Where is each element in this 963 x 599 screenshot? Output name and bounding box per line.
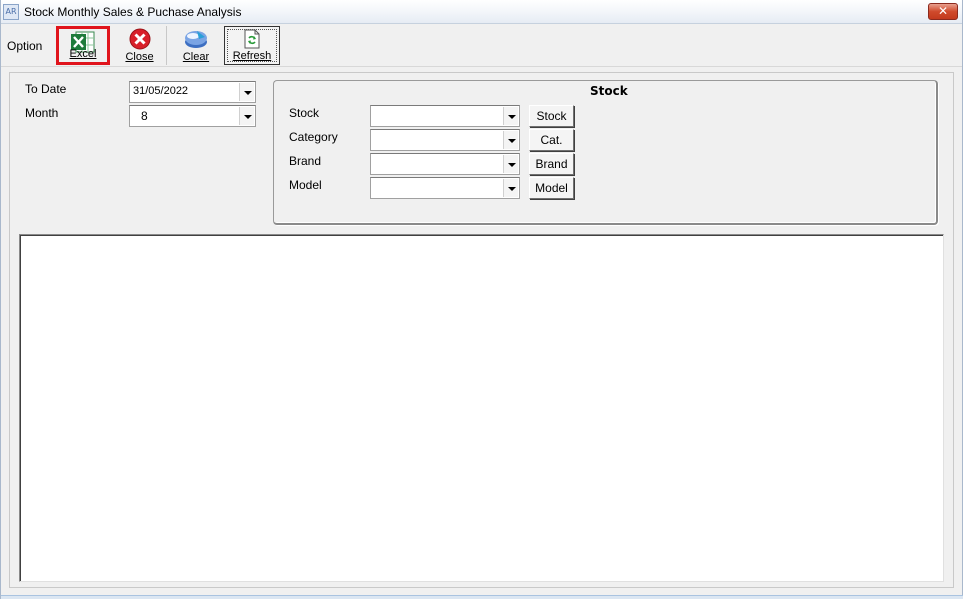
category-lookup-button[interactable]: Cat. [529,129,574,151]
clear-icon [183,28,209,53]
brand-lookup-button[interactable]: Brand [529,153,574,175]
brand-select[interactable] [370,153,520,175]
chevron-down-icon[interactable] [503,131,518,149]
refresh-label: Refresh [232,50,272,62]
stock-group-title: Stock [590,84,628,98]
refresh-icon [243,29,261,52]
to-date-label: To Date [25,82,67,96]
app-icon: AR [3,4,19,20]
to-date-value: 31/05/2022 [133,85,189,97]
title-bar: AR Stock Monthly Sales & Puchase Analysi… [1,0,962,24]
option-label: Option [7,39,43,53]
close-icon [129,28,151,53]
close-label: Close [125,51,154,63]
clear-button[interactable]: Clear [169,26,223,65]
chevron-down-icon[interactable] [503,179,518,197]
window: AR Stock Monthly Sales & Puchase Analysi… [0,0,963,599]
stock-lookup-button[interactable]: Stock [529,105,574,127]
excel-button[interactable]: Excel [56,26,110,65]
stock-label: Stock [289,106,320,120]
results-grid[interactable] [19,234,944,582]
category-label: Category [289,130,338,144]
brand-label: Brand [289,154,322,168]
month-value: 8 [141,109,148,123]
clear-label: Clear [182,51,210,63]
window-bottom-border [1,595,963,599]
close-button[interactable]: Close [113,26,167,65]
excel-label: Excel [69,48,97,60]
chevron-down-icon[interactable] [503,155,518,173]
category-select[interactable] [370,129,520,151]
model-lookup-button[interactable]: Model [529,177,574,199]
chevron-down-icon[interactable] [239,83,254,101]
toolbar: Option Excel Close Clear Refresh [1,25,962,67]
stock-select[interactable] [370,105,520,127]
window-title: Stock Monthly Sales & Puchase Analysis [24,5,242,19]
refresh-button[interactable]: Refresh [224,26,280,65]
model-select[interactable] [370,177,520,199]
model-label: Model [289,178,322,192]
month-select[interactable]: 8 [129,105,256,127]
chevron-down-icon[interactable] [503,107,518,125]
chevron-down-icon[interactable] [239,107,254,125]
window-close-button[interactable]: ✕ [928,3,958,20]
month-label: Month [25,106,59,120]
to-date-picker[interactable]: 31/05/2022 [129,81,256,103]
